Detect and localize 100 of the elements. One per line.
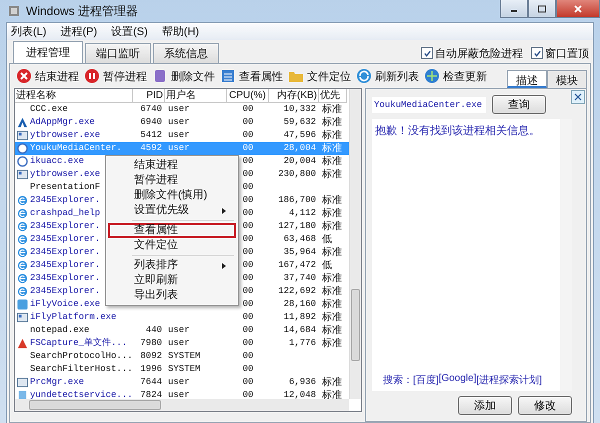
tab[interactable]: 描述 bbox=[507, 70, 547, 88]
checkbox[interactable] bbox=[421, 47, 433, 59]
process-name: 2345Explorer. bbox=[29, 259, 100, 272]
process-name: SearchFilterHost... bbox=[29, 363, 133, 376]
priority-cell-text: 标准 bbox=[321, 220, 343, 233]
cpu-cell-text: 00 bbox=[242, 376, 254, 389]
priority-cell-text: 标准 bbox=[321, 246, 343, 259]
search-link[interactable]: [百度] bbox=[413, 373, 439, 387]
vertical-scrollbar[interactable] bbox=[349, 89, 361, 399]
column-header[interactable]: PID bbox=[133, 89, 165, 103]
search-link[interactable]: [进程探索计划] bbox=[476, 373, 542, 387]
close-icon bbox=[573, 92, 583, 102]
memory-cell-text: 63,468 bbox=[282, 233, 317, 246]
pid-cell-text: 7824 bbox=[139, 389, 163, 399]
priority-cell-text: 标准 bbox=[321, 116, 343, 129]
process-icon bbox=[17, 143, 28, 154]
column-header[interactable]: 用户名 bbox=[165, 89, 227, 103]
menu-item[interactable]: 设置(S) bbox=[111, 24, 148, 39]
user-cell-text: user bbox=[167, 116, 191, 129]
close-button[interactable] bbox=[571, 90, 585, 104]
menu-item[interactable]: 进程(P) bbox=[60, 24, 98, 39]
pid-cell-text: 7980 bbox=[139, 337, 163, 350]
cpu-cell-text: 00 bbox=[242, 155, 254, 168]
minimize-button[interactable] bbox=[500, 0, 528, 18]
toolbar-button[interactable]: 删除文件 bbox=[152, 68, 215, 84]
process-name: ikuacc.exe bbox=[29, 155, 84, 168]
pid-cell-text: 440 bbox=[144, 324, 163, 337]
column-header[interactable]: 优先 bbox=[319, 89, 347, 103]
process-name: YoukuMediaCenter. bbox=[29, 142, 122, 155]
process-name-field[interactable]: YoukuMediaCenter.exe bbox=[372, 96, 486, 112]
toolbar-button[interactable]: 结束进程 bbox=[16, 68, 79, 84]
menu-item[interactable]: 暂停进程 bbox=[108, 173, 236, 188]
process-icon bbox=[17, 338, 28, 349]
memory-cell-text: 12,048 bbox=[282, 389, 317, 399]
menu-item[interactable]: 删除文件(慎用) bbox=[108, 188, 236, 203]
priority-cell-text: 标准 bbox=[321, 337, 343, 350]
close-button[interactable] bbox=[556, 0, 600, 18]
priority-cell-text: 标准 bbox=[321, 168, 343, 181]
checkbox-label: 自动屏蔽危险进程 bbox=[435, 46, 523, 60]
toolbar-button[interactable]: 文件定位 bbox=[288, 68, 351, 84]
menu-item[interactable]: 查看属性 bbox=[108, 223, 236, 238]
user-cell-text: SYSTEM bbox=[167, 363, 202, 376]
pid-cell-text: 6740 bbox=[139, 103, 163, 116]
panel-button[interactable]: 修改 bbox=[518, 396, 572, 415]
menu-item[interactable]: 列表(L) bbox=[11, 24, 46, 39]
tab[interactable]: 端口监听 bbox=[85, 43, 151, 63]
priority-cell-text: 标准 bbox=[321, 103, 343, 116]
cpu-cell-text: 00 bbox=[242, 389, 254, 399]
user-cell-text: user bbox=[167, 129, 191, 142]
tab[interactable]: 进程管理 bbox=[13, 41, 83, 63]
panel-button[interactable]: 添加 bbox=[458, 396, 512, 415]
process-icon bbox=[17, 130, 28, 141]
cpu-cell-text: 00 bbox=[242, 298, 254, 311]
user-cell-text: user bbox=[167, 324, 191, 337]
priority-cell-text: 低 bbox=[321, 259, 333, 272]
menu-item[interactable]: 立即刷新 bbox=[108, 273, 236, 288]
query-button[interactable]: 查询 bbox=[492, 95, 546, 114]
column-header[interactable]: 进程名称 bbox=[15, 89, 133, 103]
column-header[interactable]: CPU(%) bbox=[227, 89, 269, 103]
pause-icon bbox=[84, 68, 100, 84]
process-name: PrcMgr.exe bbox=[29, 376, 84, 389]
process-icon bbox=[17, 156, 28, 167]
toolbar-button[interactable]: 查看属性 bbox=[220, 68, 283, 84]
refresh-icon bbox=[356, 68, 372, 84]
process-icon bbox=[17, 377, 28, 388]
menu-item[interactable]: 设置优先级 bbox=[108, 203, 236, 218]
toolbar-button[interactable]: 暂停进程 bbox=[84, 68, 147, 84]
process-name: AdAppMgr.exe bbox=[29, 116, 95, 129]
close-icon bbox=[573, 4, 583, 14]
cpu-cell-text: 00 bbox=[242, 233, 254, 246]
menu-item[interactable]: 列表排序 bbox=[108, 258, 236, 273]
column-header[interactable]: 内存(KB) bbox=[269, 89, 319, 103]
process-icon bbox=[17, 195, 28, 206]
memory-cell-text: 186,700 bbox=[277, 194, 317, 207]
menu-item[interactable]: 帮助(H) bbox=[162, 24, 200, 39]
maximize-button[interactable] bbox=[528, 0, 556, 18]
process-name: yundetectservice... bbox=[29, 389, 133, 399]
priority-cell-text: 标准 bbox=[321, 311, 343, 324]
horizontal-scrollbar[interactable] bbox=[15, 399, 349, 411]
cpu-cell-text: 00 bbox=[242, 311, 254, 324]
priority-cell-text: 标准 bbox=[321, 389, 343, 399]
menu-item[interactable]: 文件定位 bbox=[108, 238, 236, 253]
process-name: SearchProtocolHo... bbox=[29, 350, 133, 363]
menu-item[interactable]: 导出列表 bbox=[108, 288, 236, 303]
tab[interactable]: 系统信息 bbox=[153, 43, 219, 63]
cpu-cell-text: 00 bbox=[242, 350, 254, 363]
process-name: iFlyVoice.exe bbox=[29, 298, 100, 311]
user-cell-text: user bbox=[167, 376, 191, 389]
cpu-cell-text: 00 bbox=[242, 259, 254, 272]
priority-cell-text: 标准 bbox=[321, 155, 343, 168]
memory-cell-text: 11,892 bbox=[282, 311, 317, 324]
toolbar-button[interactable]: 刷新列表 bbox=[356, 68, 419, 84]
checkbox-label: 窗口置顶 bbox=[545, 46, 589, 60]
toolbar-button[interactable]: 检查更新 bbox=[424, 68, 487, 84]
pid-cell-text: 6940 bbox=[139, 116, 163, 129]
process-name: CCC.exe bbox=[29, 103, 68, 116]
checkbox[interactable] bbox=[531, 47, 543, 59]
tab[interactable]: 模块 bbox=[547, 70, 587, 88]
menu-item[interactable]: 结束进程 bbox=[108, 158, 236, 173]
search-link[interactable]: [Google] bbox=[438, 373, 476, 387]
